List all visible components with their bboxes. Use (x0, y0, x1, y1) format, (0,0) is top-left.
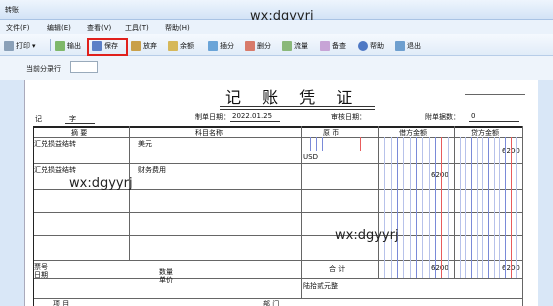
watermark-left: wx:dgyyrj (69, 176, 133, 191)
department-label: 部 门 (263, 300, 280, 306)
ticket-date-label: 日期 (34, 271, 48, 279)
title-underline (220, 106, 375, 107)
money-digit-line (499, 137, 501, 278)
voucher-grid: 摘 要 科目名称 原 币 借方金额 贷方金额 汇兑损益结转 美元 USD 620… (33, 126, 523, 306)
help-button[interactable]: 帮助 (358, 39, 384, 52)
money-digit-line (482, 137, 484, 278)
memo-button[interactable]: 备查 (320, 39, 346, 52)
money-digit-line (390, 137, 392, 278)
money-digit-line (465, 137, 467, 278)
money-digit-line (403, 137, 405, 278)
row1-account[interactable]: 美元 (138, 139, 152, 149)
delete-row-icon (245, 40, 255, 51)
cash-flow-button[interactable]: 流量 (282, 39, 308, 52)
exit-icon (395, 40, 405, 51)
amount-in-words: 陆拾贰元整 (303, 282, 338, 290)
voucher-title: 记 账 凭 证 (225, 88, 361, 107)
row2-summary[interactable]: 汇兑损益结转 (34, 165, 76, 175)
insert-row-icon (208, 40, 218, 51)
money-digit-line (505, 137, 506, 278)
voucher-type-line (465, 94, 525, 95)
header-original-currency: 原 币 (323, 129, 340, 137)
row2-debit[interactable]: 6200 (431, 171, 449, 179)
menu-bar: 文件(F) 编辑(E) 查看(V) 工具(T) 帮助(H) (0, 20, 553, 34)
money-digit-line (384, 137, 386, 278)
menu-help[interactable]: 帮助(H) (165, 23, 190, 33)
money-digit-line (416, 137, 417, 278)
current-entry-input[interactable] (70, 61, 98, 73)
menu-file[interactable]: 文件(F) (6, 23, 30, 33)
export-button[interactable]: 输出 (55, 39, 81, 52)
memo-icon (320, 40, 330, 51)
audit-date-label: 审核日期： (331, 113, 366, 121)
money-digit-line (428, 137, 430, 278)
header-summary: 摘 要 (71, 129, 88, 137)
voucher-form: 记 账 凭 证 记 字 制单日期： 2022.01.25 审核日期： 附单据数：… (24, 80, 538, 306)
insert-entry-button[interactable]: 插分 (208, 39, 234, 52)
cash-flow-icon (282, 40, 292, 51)
coins-icon (168, 40, 178, 51)
help-icon (358, 40, 368, 51)
make-date-label: 制单日期： (195, 113, 230, 121)
menu-edit[interactable]: 编辑(E) (47, 23, 71, 33)
money-digit-line (447, 137, 449, 278)
money-digit-line (422, 137, 424, 278)
attachments-value[interactable]: 0 (471, 112, 475, 120)
money-digit-line (476, 137, 478, 278)
money-digit-line (409, 137, 411, 278)
menu-view[interactable]: 查看(V) (87, 23, 111, 33)
money-digit-line (471, 137, 472, 278)
money-digit-line (516, 137, 518, 278)
menu-tools[interactable]: 工具(T) (125, 23, 149, 33)
header-account: 科目名称 (195, 129, 223, 137)
total-debit: 6200 (431, 264, 449, 272)
watermark-right: wx:dgyyrj (335, 228, 399, 243)
toolbar: 打印 ▾ 输出 保存 放弃 余额 插分 删分 流量 备查 帮助 退出 (0, 34, 553, 56)
row1-currency[interactable]: USD (303, 153, 318, 161)
printer-icon (4, 40, 14, 51)
discard-icon (131, 40, 141, 51)
delete-entry-button[interactable]: 删分 (245, 39, 271, 52)
current-entry-label: 当前分录行 (26, 65, 61, 73)
exit-button[interactable]: 退出 (395, 39, 421, 52)
make-date-value[interactable]: 2022.01.25 (232, 112, 272, 120)
attachments-label: 附单据数： (425, 113, 460, 121)
entry-bar: 当前分录行 (0, 56, 553, 80)
money-digit-line (397, 137, 398, 278)
header-credit: 贷方金额 (471, 129, 499, 137)
dropdown-arrow-icon: ▾ (32, 41, 36, 50)
money-digit-line (441, 137, 443, 278)
unit-price-label: 单价 (159, 276, 173, 284)
money-digit-line (435, 137, 436, 278)
money-digit-line (488, 137, 489, 278)
print-button[interactable]: 打印 ▾ (4, 39, 36, 52)
total-label: 合 计 (329, 265, 346, 273)
money-digit-line (493, 137, 495, 278)
money-digit-line (510, 137, 512, 278)
balance-button[interactable]: 余额 (168, 39, 194, 52)
project-label: 项 目 (53, 300, 70, 306)
voucher-word-label: 记 (35, 115, 42, 123)
save-button-highlight (87, 38, 128, 56)
row2-account[interactable]: 财务费用 (138, 165, 166, 175)
money-digit-line (459, 137, 461, 278)
title-underline-2 (220, 109, 375, 110)
export-icon (55, 40, 65, 51)
row1-summary[interactable]: 汇兑损益结转 (34, 139, 76, 149)
window-title: 转账 (5, 6, 19, 14)
discard-button[interactable]: 放弃 (131, 39, 157, 52)
